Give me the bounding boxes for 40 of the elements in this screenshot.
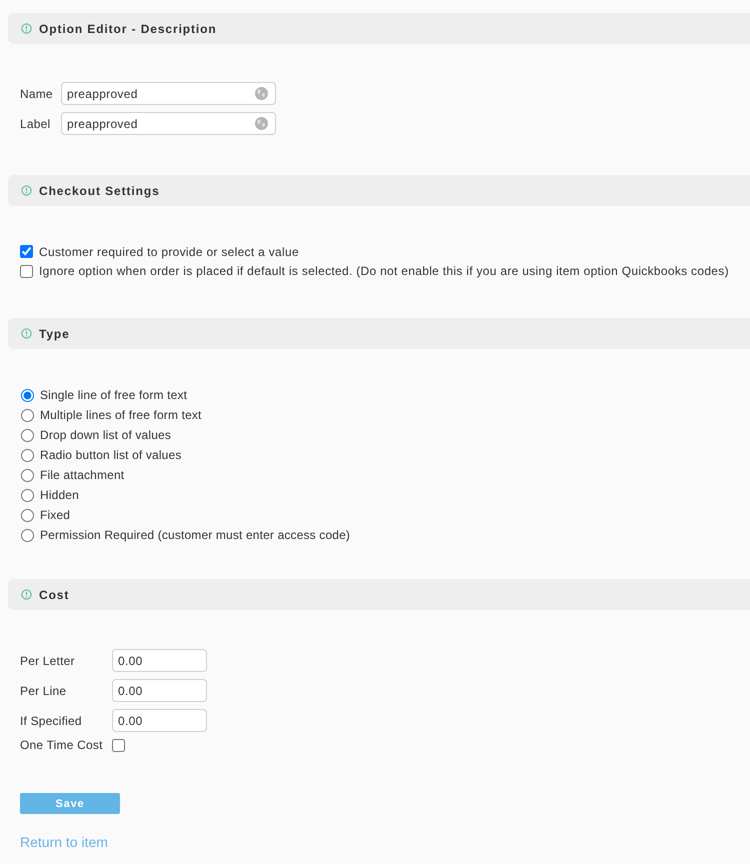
radio-button[interactable] xyxy=(21,508,34,522)
info-icon xyxy=(21,589,32,600)
checkbox[interactable] xyxy=(20,245,33,258)
radio-label: File attachment xyxy=(40,468,124,482)
radio-button[interactable] xyxy=(21,468,34,482)
checkbox-label: Customer required to provide or select a value xyxy=(39,244,299,259)
number-field[interactable]: 0.00 xyxy=(112,649,207,672)
text-field[interactable]: preapproved xyxy=(61,82,276,105)
section-title: Cost xyxy=(39,588,70,602)
section-title: Type xyxy=(39,326,70,340)
info-icon xyxy=(21,185,32,196)
number-field[interactable]: 0.00 xyxy=(112,679,207,702)
section-title: Option Editor - Description xyxy=(39,22,217,36)
number-field[interactable]: 0.00 xyxy=(112,709,207,732)
info-icon xyxy=(21,23,32,34)
field-label: If Specified xyxy=(20,714,83,728)
radio-label: Fixed xyxy=(40,508,70,522)
checkbox[interactable] xyxy=(112,738,125,752)
checkbox-label: Ignore option when order is placed if default is selected. (Do not enable this if you are using item option Quickbooks codes) xyxy=(39,264,729,278)
radio-button[interactable] xyxy=(21,528,34,542)
radio-label: Permission Required (customer must enter access code) xyxy=(40,528,350,542)
field-label: One Time Cost xyxy=(20,738,104,752)
field-label: Name xyxy=(20,86,54,100)
radio-label: Single line of free form text xyxy=(40,388,188,402)
radio-button[interactable] xyxy=(21,488,34,502)
radio-label: Hidden xyxy=(40,488,79,502)
section-title: Checkout Settings xyxy=(39,184,160,198)
radio-button[interactable] xyxy=(21,388,34,402)
radio-label: Radio button list of values xyxy=(40,448,182,462)
radio-button[interactable] xyxy=(21,448,34,462)
radio-label: Drop down list of values xyxy=(40,428,171,442)
field-label: Per Line xyxy=(20,684,68,698)
field-label: Per Letter xyxy=(20,654,76,668)
checkbox[interactable] xyxy=(20,264,33,278)
radio-button[interactable] xyxy=(21,408,34,422)
info-icon xyxy=(21,328,32,339)
text-field[interactable]: preapproved xyxy=(61,112,276,135)
radio-label: Multiple lines of free form text xyxy=(40,408,202,422)
radio-button[interactable] xyxy=(21,428,34,442)
field-label: Label xyxy=(20,116,52,130)
